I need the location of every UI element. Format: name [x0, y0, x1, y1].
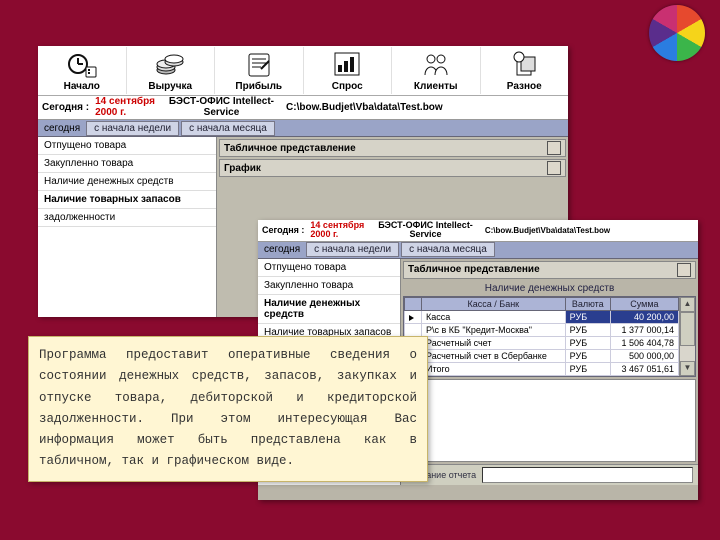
expand-icon[interactable] [547, 141, 561, 155]
period-label: сегодня [258, 244, 306, 255]
scroll-thumb[interactable] [680, 312, 695, 346]
toolbar-revenue-button[interactable]: Выручка [127, 47, 216, 94]
main-toolbar: Начало Выручка Прибыль Спрос Клиенты Раз… [38, 46, 568, 96]
demand-icon [331, 49, 363, 79]
toolbar-misc-button[interactable]: Разное [481, 47, 569, 94]
period-tabs-2: сегодня с начала недели с начала месяца [258, 242, 698, 259]
col-kassa[interactable]: Касса / Банк [422, 297, 566, 310]
clients-icon [420, 49, 452, 79]
right-panel-2: Табличное представление Наличие денежных… [401, 259, 698, 485]
expand-icon[interactable] [547, 161, 561, 175]
list-item[interactable]: Закупленно товара [38, 155, 216, 173]
list-item[interactable]: Наличие денежных средств [38, 173, 216, 191]
view-header: Табличное представление [403, 261, 696, 279]
app-name: БЭСТ-ОФИС Intellect-Service [169, 97, 274, 118]
tab-week[interactable]: с начала недели [306, 242, 399, 257]
tab-week[interactable]: с начала недели [86, 121, 179, 136]
table-header-row: Касса / Банк Валюта Сумма [405, 297, 679, 310]
tab-month[interactable]: с начала месяца [181, 121, 275, 136]
vertical-scrollbar[interactable]: ▲ ▼ [679, 297, 695, 376]
scroll-up-button[interactable]: ▲ [680, 297, 695, 312]
toolbar-label: Спрос [332, 81, 363, 92]
toolbar-label: Разное [507, 81, 542, 92]
data-table: Касса / Банк Валюта Сумма КассаРУБ40 200… [403, 296, 696, 377]
view-table-row: Табличное представление [219, 139, 566, 157]
table-row[interactable]: КассаРУБ40 200,00 [405, 310, 679, 323]
footer-bar: Название отчета [401, 464, 698, 485]
list-item[interactable]: Закупленно товара [258, 277, 400, 295]
header-bar: Сегодня : 14 сентября2000 г. БЭСТ-ОФИС I… [38, 96, 568, 120]
header-bar-2: Сегодня : 14 сентября2000 г. БЭСТ-ОФИС I… [258, 220, 698, 242]
toolbar-profit-button[interactable]: Прибыль [215, 47, 304, 94]
report-name-input[interactable] [482, 467, 693, 483]
current-row-icon [409, 315, 414, 321]
today-date: 14 сентября2000 г. [310, 221, 364, 240]
toolbar-start-button[interactable]: Начало [38, 47, 127, 94]
col-sum[interactable]: Сумма [610, 297, 678, 310]
file-path: C:\bow.Budjet\Vba\data\Test.bow [286, 102, 443, 113]
tab-month[interactable]: с начала месяца [401, 242, 495, 257]
list-item[interactable]: Наличие товарных запасов [38, 191, 216, 209]
list-item[interactable]: Наличие денежных средств [258, 295, 400, 324]
scroll-down-button[interactable]: ▼ [680, 361, 695, 376]
view-chart-label: График [224, 163, 261, 174]
toolbar-label: Прибыль [235, 81, 282, 92]
today-date: 14 сентября2000 г. [95, 97, 155, 118]
description-note: Программа предоставит оперативные сведен… [28, 336, 428, 482]
list-item[interactable]: задолженности [38, 209, 216, 227]
misc-icon [508, 49, 540, 79]
left-list: Отпущено товара Закупленно товара Наличи… [38, 137, 217, 317]
table-title: Наличие денежных средств [401, 281, 698, 296]
view-table-label: Табличное представление [224, 143, 356, 154]
blank-area [403, 379, 696, 462]
start-icon [66, 49, 98, 79]
table-row[interactable]: Расчетный счет в СбербанкеРУБ500 000,00 [405, 349, 679, 362]
today-label: Сегодня : [262, 225, 304, 235]
app-name: БЭСТ-ОФИС Intellect-Service [378, 221, 473, 240]
toolbar-label: Начало [64, 81, 100, 92]
col-currency[interactable]: Валюта [565, 297, 610, 310]
period-tabs: сегодня с начала недели с начала месяца [38, 120, 568, 137]
view-label: Табличное представление [408, 264, 540, 275]
period-label: сегодня [38, 123, 86, 134]
list-item[interactable]: Отпущено товара [258, 259, 400, 277]
today-label: Сегодня : [42, 102, 89, 113]
logo-icon [649, 5, 705, 61]
table-row[interactable]: Расчетный счетРУБ1 506 404,78 [405, 336, 679, 349]
toolbar-demand-button[interactable]: Спрос [304, 47, 393, 94]
table-row[interactable]: ИтогоРУБ3 467 051,61 [405, 362, 679, 375]
table-row[interactable]: Р\с в КБ "Кредит-Москва"РУБ1 377 000,14 [405, 323, 679, 336]
toolbar-clients-button[interactable]: Клиенты [392, 47, 481, 94]
list-item[interactable]: Отпущено товара [38, 137, 216, 155]
profit-icon [243, 49, 275, 79]
file-path: C:\bow.Budjet\Vba\data\Test.bow [485, 226, 610, 235]
collapse-icon[interactable] [677, 263, 691, 277]
revenue-icon [154, 49, 186, 79]
toolbar-label: Клиенты [414, 81, 458, 92]
toolbar-label: Выручка [148, 81, 192, 92]
view-chart-row: График [219, 159, 566, 177]
